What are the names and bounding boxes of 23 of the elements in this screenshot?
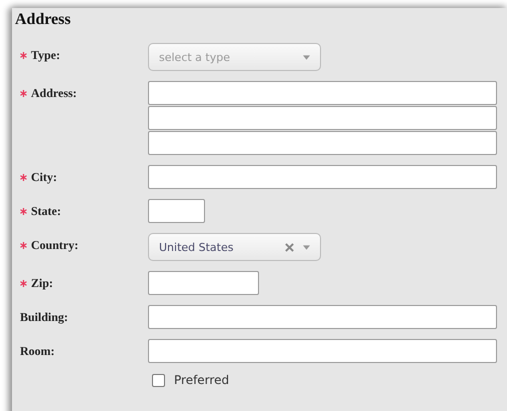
input-field[interactable] <box>148 305 497 329</box>
dropdown[interactable]: United States <box>148 233 321 261</box>
field-label: City: <box>31 170 57 184</box>
input-field[interactable] <box>148 131 497 155</box>
input-field[interactable] <box>148 271 259 295</box>
field-label: Building: <box>20 310 68 324</box>
checkbox[interactable] <box>152 374 165 386</box>
input-field[interactable] <box>148 165 497 189</box>
field-label: Type: <box>31 48 60 62</box>
caret-icon[interactable] <box>303 244 310 250</box>
section-title: Address <box>14 10 72 30</box>
input-field[interactable] <box>148 106 497 130</box>
field-label: State: <box>31 204 61 218</box>
input-field[interactable] <box>148 339 497 363</box>
field-label: Room: <box>20 344 55 358</box>
input-field[interactable] <box>148 81 497 105</box>
input-field[interactable] <box>148 199 205 223</box>
clear-icon[interactable] <box>285 242 294 252</box>
checkbox-label: Preferred <box>174 373 230 387</box>
field-label: Country: <box>31 238 78 252</box>
caret-icon[interactable] <box>303 54 310 60</box>
field-label: Zip: <box>31 276 54 290</box>
field-label: Address: <box>31 86 77 100</box>
